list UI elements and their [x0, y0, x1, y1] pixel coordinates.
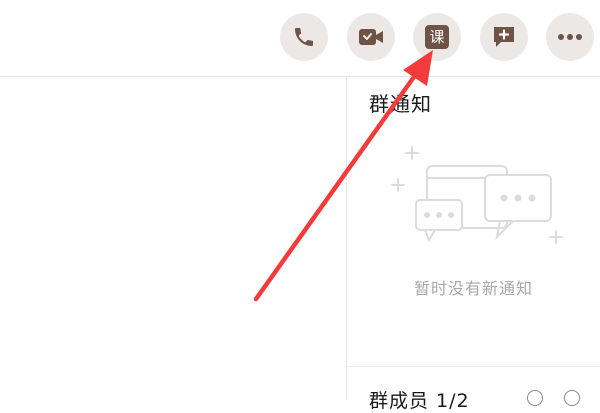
more-button[interactable]	[546, 13, 594, 61]
video-icon	[359, 29, 383, 45]
video-call-button[interactable]	[347, 13, 395, 61]
empty-notice-illustration	[391, 146, 563, 244]
add-message-icon	[494, 27, 514, 47]
member-avatar[interactable]	[527, 390, 543, 406]
group-notice-title: 群通知	[369, 92, 432, 116]
side-panel-divider	[346, 77, 347, 400]
course-button[interactable]: 课	[413, 13, 461, 61]
toolbar-divider	[0, 76, 600, 77]
voice-call-button[interactable]	[280, 13, 328, 61]
phone-icon	[295, 28, 313, 46]
members-divider	[347, 366, 600, 367]
empty-notice-text: 暂时没有新通知	[413, 279, 533, 298]
add-message-button[interactable]	[480, 13, 528, 61]
chat-toolbar: 课	[0, 0, 600, 76]
member-avatar[interactable]	[564, 390, 580, 406]
course-icon: 课	[425, 25, 449, 49]
more-icon	[558, 34, 582, 40]
